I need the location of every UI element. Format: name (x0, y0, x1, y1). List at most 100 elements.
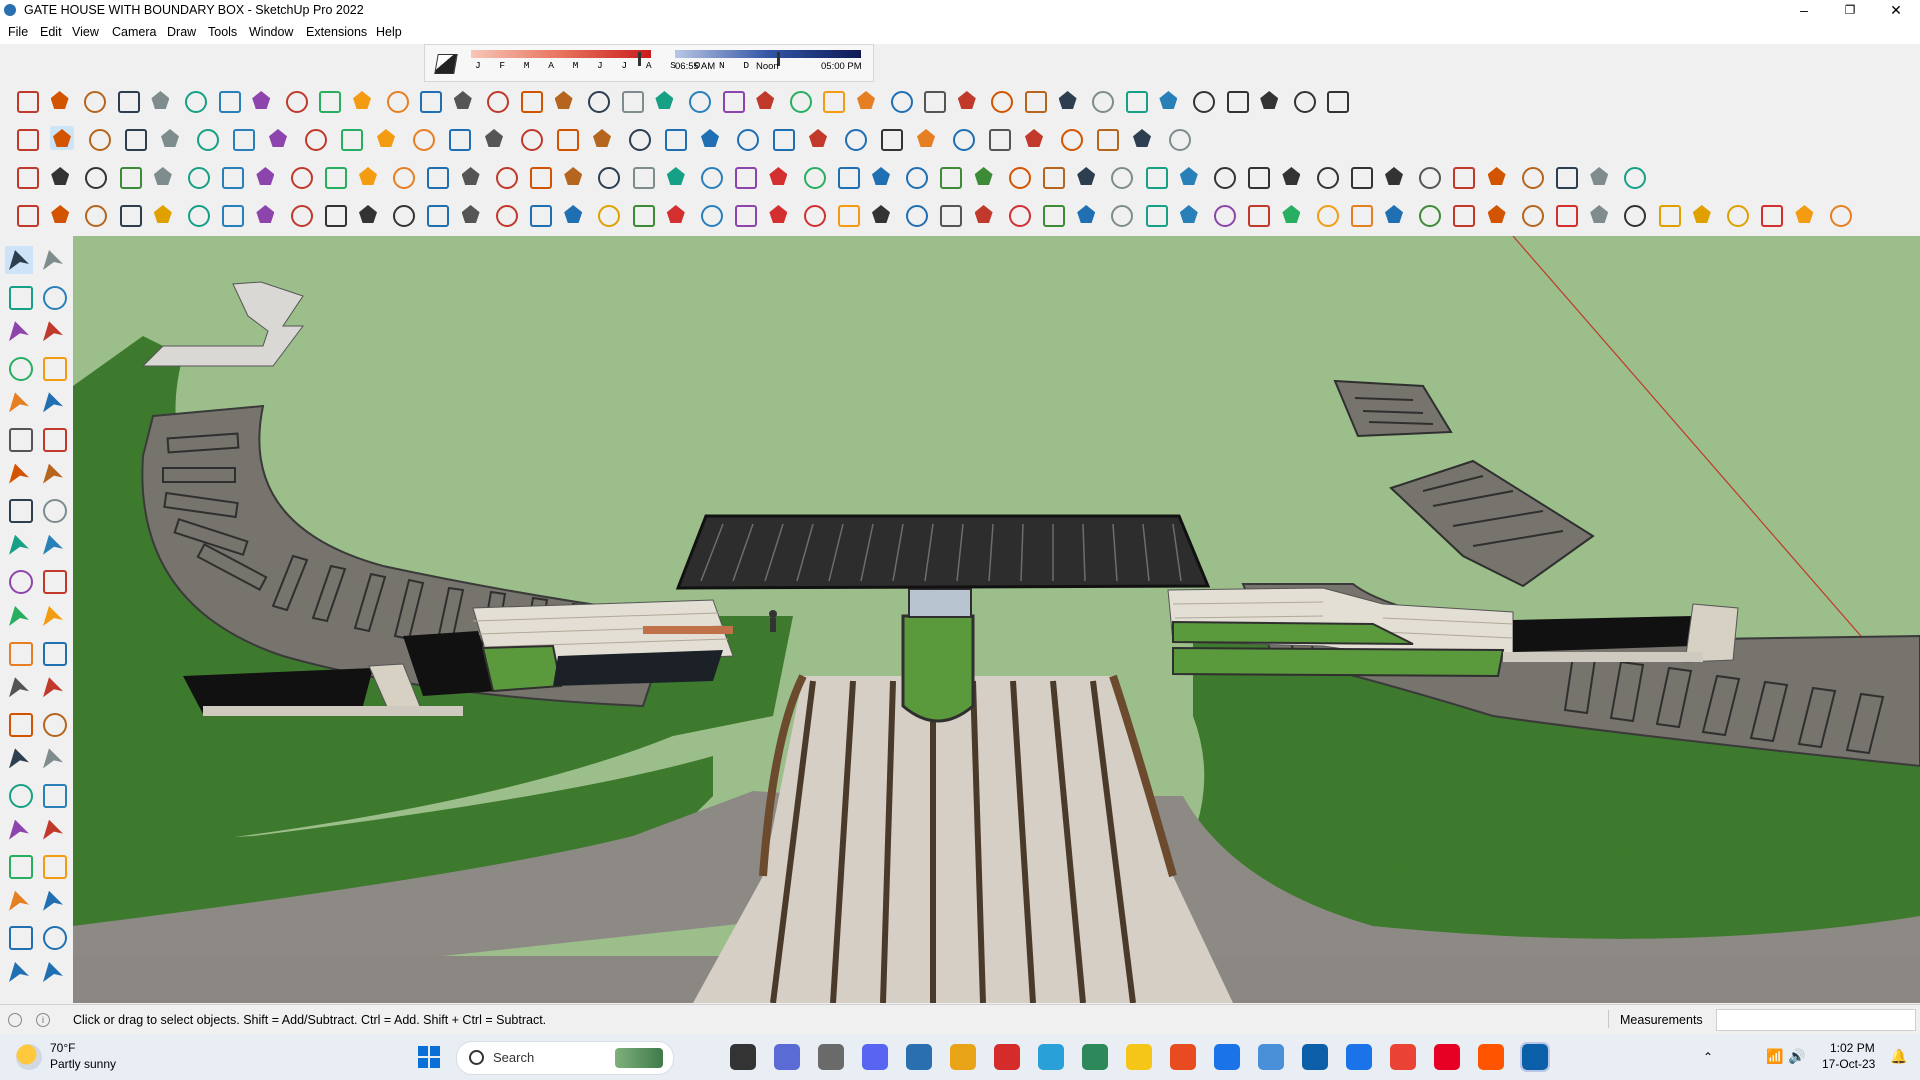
orbit-icon[interactable] (5, 744, 33, 772)
house-icon[interactable] (1257, 88, 1281, 112)
axes-icon[interactable] (5, 709, 33, 737)
line-icon[interactable] (5, 353, 33, 381)
protractor-icon[interactable] (5, 673, 33, 701)
text-icon[interactable] (39, 673, 67, 701)
panel-icon[interactable] (1621, 202, 1647, 227)
brave-icon[interactable] (1126, 1044, 1152, 1070)
globe-icon[interactable] (1143, 164, 1168, 189)
magic-icon[interactable] (1166, 126, 1191, 151)
section-plane-icon[interactable] (5, 922, 33, 951)
house-icon[interactable] (1291, 88, 1316, 113)
drive-icon[interactable] (1302, 1044, 1328, 1070)
eraser-line-icon[interactable] (81, 88, 107, 113)
arc3-icon[interactable] (39, 495, 67, 524)
cube-multi-icon[interactable] (1485, 202, 1509, 226)
start-icon[interactable] (418, 1046, 440, 1068)
globe-icon[interactable] (1074, 164, 1098, 188)
sketchup-icon[interactable] (1520, 1042, 1550, 1072)
shadow-toggle-icon[interactable] (433, 51, 458, 75)
cube-blue-icon[interactable] (527, 202, 552, 227)
menu-edit[interactable]: Edit (40, 25, 62, 39)
cube-red-icon[interactable] (664, 202, 688, 226)
hook-icon[interactable] (1245, 202, 1271, 227)
menu-camera[interactable]: Camera (112, 25, 156, 39)
tree-icon[interactable] (1416, 202, 1442, 227)
arc-curve-icon[interactable] (48, 88, 72, 112)
material-icon[interactable] (1416, 164, 1442, 189)
look-around-icon[interactable] (39, 851, 67, 880)
sphere-icon[interactable] (424, 202, 450, 227)
eraser-icon[interactable] (86, 126, 111, 151)
hook-icon[interactable] (1211, 202, 1236, 227)
camera-icon[interactable] (14, 164, 39, 189)
orbit-icon[interactable] (518, 126, 543, 151)
orbit-icon[interactable] (39, 246, 67, 274)
shape-icon[interactable] (493, 164, 518, 189)
grass-icon[interactable] (117, 164, 142, 189)
roof-icon[interactable] (787, 88, 812, 113)
task-view-icon[interactable] (774, 1044, 800, 1070)
stair-icon[interactable] (552, 88, 576, 112)
paint-icon[interactable] (482, 126, 506, 150)
column-icon[interactable] (888, 88, 913, 113)
clock-date[interactable]: 17-Oct-23 (1822, 1057, 1875, 1071)
push-pull-icon[interactable] (230, 126, 255, 151)
pattern-icon[interactable] (1123, 88, 1148, 113)
paint-bucket-icon[interactable] (5, 282, 33, 310)
model-viewport[interactable] (73, 236, 1920, 1003)
loop-icon[interactable] (732, 202, 758, 227)
material-icon[interactable] (1553, 164, 1578, 189)
freehand-icon[interactable] (14, 88, 39, 113)
cut-icon[interactable] (115, 88, 140, 113)
globe-icon[interactable] (1040, 164, 1065, 189)
previous-icon[interactable] (39, 816, 67, 844)
box-wire-icon[interactable] (322, 202, 347, 227)
eraser-pink-icon[interactable] (801, 164, 826, 189)
time-slider[interactable] (675, 50, 861, 66)
pan-icon[interactable] (39, 744, 67, 772)
grid-icon[interactable] (185, 164, 210, 189)
group-icon[interactable] (253, 202, 277, 226)
frame-icon[interactable] (484, 88, 510, 113)
spline-icon[interactable] (972, 202, 996, 226)
box-wire-icon[interactable] (390, 202, 416, 227)
axis-icon[interactable] (986, 126, 1011, 151)
scale-icon[interactable] (374, 126, 398, 150)
array-icon[interactable] (288, 164, 313, 189)
shape-icon[interactable] (424, 164, 450, 189)
pattern-icon[interactable] (1089, 88, 1115, 113)
zoom-icon[interactable] (5, 780, 33, 808)
shadow-icon[interactable] (151, 164, 175, 188)
weather-temp[interactable]: 70°F (50, 1041, 75, 1055)
menu-draw[interactable]: Draw (167, 25, 196, 39)
shape-icon[interactable] (595, 164, 621, 189)
position-camera-icon[interactable] (39, 887, 67, 915)
soundcloud-icon[interactable] (1434, 1044, 1460, 1070)
box-brown-icon[interactable] (869, 202, 893, 226)
cone-icon[interactable] (1177, 202, 1201, 226)
zoom-icon[interactable] (14, 126, 39, 151)
freehand-icon[interactable] (39, 353, 67, 381)
box-icon[interactable] (48, 164, 72, 188)
shape-icon[interactable] (459, 164, 483, 188)
component-icon[interactable] (14, 202, 39, 227)
door-icon[interactable] (720, 88, 745, 113)
component-icon[interactable] (5, 317, 33, 345)
ruler-icon[interactable] (390, 164, 416, 189)
fence-icon[interactable] (921, 88, 947, 113)
rotate-icon[interactable] (338, 126, 363, 151)
group-icon[interactable] (288, 202, 313, 227)
pan-icon[interactable] (554, 126, 579, 151)
sandbox-icon[interactable] (878, 126, 903, 151)
text-icon[interactable] (446, 126, 471, 151)
menu-view[interactable]: View (72, 25, 99, 39)
select-icon[interactable] (50, 126, 74, 150)
pencil-icon[interactable] (39, 317, 67, 345)
x-red-icon[interactable] (1758, 202, 1784, 227)
cube-grey-icon[interactable] (698, 202, 723, 227)
shape-icon[interactable] (732, 164, 758, 189)
panel-icon[interactable] (1211, 164, 1236, 189)
panel-icon[interactable] (1348, 164, 1373, 189)
axis-icon[interactable] (1094, 126, 1119, 151)
zoom-icon[interactable] (590, 126, 614, 150)
